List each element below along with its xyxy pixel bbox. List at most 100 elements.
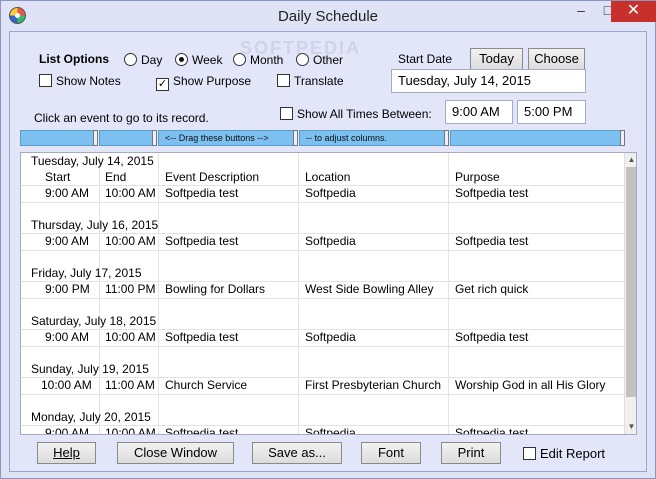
- event-location: Softpedia: [305, 234, 356, 248]
- header-description: Event Description: [165, 170, 260, 184]
- row-divider: [21, 394, 626, 395]
- event-row[interactable]: 10:00 AM 11:00 AM Church Service First P…: [21, 378, 626, 394]
- date-text: Tuesday, July 14, 2015: [31, 154, 154, 168]
- event-row[interactable]: 9:00 AM 10:00 AM Softpedia test Softpedi…: [21, 426, 626, 435]
- column-drag-handle-1[interactable]: [93, 130, 98, 146]
- show-notes-box[interactable]: [39, 74, 52, 87]
- event-location: West Side Bowling Alley: [305, 282, 434, 296]
- event-start: 9:00 AM: [45, 426, 90, 435]
- column-bar-description[interactable]: <-- Drag these buttons -->: [158, 130, 294, 146]
- radio-week-indicator[interactable]: [175, 53, 188, 66]
- date-row[interactable]: Saturday, July 18, 2015: [21, 314, 626, 330]
- hint-text: Click an event to go to its record.: [34, 111, 209, 125]
- edit-report-checkbox[interactable]: Edit Report: [523, 446, 605, 461]
- show-all-times-label: Show All Times Between:: [297, 107, 432, 121]
- date-row[interactable]: Friday, July 17, 2015: [21, 266, 626, 282]
- scroll-thumb[interactable]: [626, 167, 636, 397]
- event-end: 11:00 AM: [105, 378, 155, 392]
- radio-other[interactable]: Other: [296, 53, 343, 67]
- date-text: Thursday, July 16, 2015: [31, 218, 159, 232]
- today-button[interactable]: Today: [470, 48, 523, 70]
- start-date-field[interactable]: Tuesday, July 14, 2015: [391, 69, 586, 93]
- event-location: First Presbyterian Church: [305, 378, 442, 392]
- save-as-button[interactable]: Save as...: [252, 442, 342, 464]
- font-button[interactable]: Font: [361, 442, 421, 464]
- event-description: Softpedia test: [165, 426, 239, 435]
- start-date-label: Start Date: [398, 52, 453, 66]
- radio-day[interactable]: Day: [124, 53, 162, 67]
- help-button[interactable]: Help: [37, 442, 96, 464]
- event-row[interactable]: 9:00 AM 10:00 AM Softpedia test Softpedi…: [21, 186, 626, 202]
- event-purpose: Softpedia test: [455, 186, 529, 200]
- event-description: Bowling for Dollars: [165, 282, 266, 296]
- event-start: 9:00 AM: [45, 186, 90, 200]
- radio-other-label: Other: [313, 53, 344, 67]
- event-row[interactable]: 9:00 PM 11:00 PM Bowling for Dollars Wes…: [21, 282, 626, 298]
- event-purpose: Worship God in all His Glory: [455, 378, 606, 392]
- header-row: Start End Event Description Location Pur…: [21, 170, 626, 186]
- radio-month[interactable]: Month: [233, 53, 283, 67]
- date-row[interactable]: Sunday, July 19, 2015: [21, 362, 626, 378]
- show-purpose-label: Show Purpose: [173, 74, 252, 88]
- time-from-field[interactable]: 9:00 AM: [445, 100, 513, 124]
- show-notes-label: Show Notes: [56, 74, 121, 88]
- event-row[interactable]: 9:00 AM 10:00 AM Softpedia test Softpedi…: [21, 234, 626, 250]
- translate-box[interactable]: [277, 74, 290, 87]
- event-location: Softpedia: [305, 186, 356, 200]
- event-end: 10:00 AM: [105, 186, 156, 200]
- event-start: 9:00 AM: [45, 330, 90, 344]
- header-end: End: [105, 170, 127, 184]
- date-row[interactable]: Tuesday, July 14, 2015: [21, 154, 626, 170]
- show-all-times-box[interactable]: [280, 107, 293, 120]
- client-area: SOFTPEDIA List Options Day Week Month Ot…: [9, 31, 647, 472]
- event-end: 11:00 PM: [105, 282, 156, 296]
- date-row[interactable]: Thursday, July 16, 2015: [21, 218, 626, 234]
- date-text: Friday, July 17, 2015: [31, 266, 142, 280]
- event-location: Softpedia: [305, 330, 356, 344]
- translate-checkbox[interactable]: Translate: [277, 74, 344, 88]
- choose-button[interactable]: Choose: [528, 48, 585, 70]
- event-row[interactable]: 9:00 AM 10:00 AM Softpedia test Softpedi…: [21, 330, 626, 346]
- column-drag-handle-3[interactable]: [293, 130, 298, 146]
- edit-report-label: Edit Report: [540, 446, 606, 461]
- help-button-label: Help: [53, 445, 80, 460]
- app-window: Daily Schedule – □ ✕ SOFTPEDIA List Opti…: [0, 0, 656, 479]
- column-bar-end[interactable]: [99, 130, 154, 146]
- print-button[interactable]: Print: [441, 442, 501, 464]
- column-bar-start[interactable]: [20, 130, 96, 146]
- radio-week-label: Week: [192, 53, 223, 67]
- event-purpose: Softpedia test: [455, 234, 529, 248]
- schedule-list[interactable]: Tuesday, July 14, 2015 Start End Event D…: [20, 152, 637, 435]
- event-description: Softpedia test: [165, 186, 239, 200]
- date-row[interactable]: Monday, July 20, 2015: [21, 410, 626, 426]
- column-drag-handle-2[interactable]: [152, 130, 157, 146]
- event-description: Church Service: [165, 378, 248, 392]
- column-drag-handle-5[interactable]: [620, 130, 625, 146]
- edit-report-box[interactable]: [523, 447, 536, 460]
- radio-month-indicator[interactable]: [233, 53, 246, 66]
- show-notes-checkbox[interactable]: Show Notes: [39, 74, 121, 88]
- radio-week[interactable]: Week: [175, 53, 222, 67]
- window-title: Daily Schedule: [277, 8, 379, 25]
- date-text: Sunday, July 19, 2015: [31, 362, 149, 376]
- close-window-x-button[interactable]: ✕: [611, 1, 656, 22]
- minimize-button[interactable]: –: [567, 1, 595, 22]
- show-purpose-box[interactable]: ✓: [156, 78, 169, 91]
- show-purpose-checkbox[interactable]: ✓ Show Purpose: [156, 74, 251, 91]
- event-description: Softpedia test: [165, 330, 239, 344]
- header-location: Location: [305, 170, 351, 184]
- vertical-scrollbar[interactable]: ▲ ▼: [624, 153, 636, 434]
- radio-other-indicator[interactable]: [296, 53, 309, 66]
- scroll-down-arrow-icon[interactable]: ▼: [625, 420, 636, 434]
- title-bar: Daily Schedule – □ ✕: [1, 1, 656, 31]
- header-start: Start: [45, 170, 71, 184]
- radio-day-indicator[interactable]: [124, 53, 137, 66]
- show-all-times-checkbox[interactable]: Show All Times Between:: [280, 107, 432, 121]
- time-to-field[interactable]: 5:00 PM: [517, 100, 586, 124]
- column-drag-handle-4[interactable]: [444, 130, 449, 146]
- scroll-up-arrow-icon[interactable]: ▲: [625, 153, 636, 167]
- close-window-button[interactable]: Close Window: [117, 442, 234, 464]
- date-text: Monday, July 20, 2015: [31, 410, 151, 424]
- column-bar-purpose[interactable]: [450, 130, 622, 146]
- column-bar-location[interactable]: -- to adjust columns.: [299, 130, 446, 146]
